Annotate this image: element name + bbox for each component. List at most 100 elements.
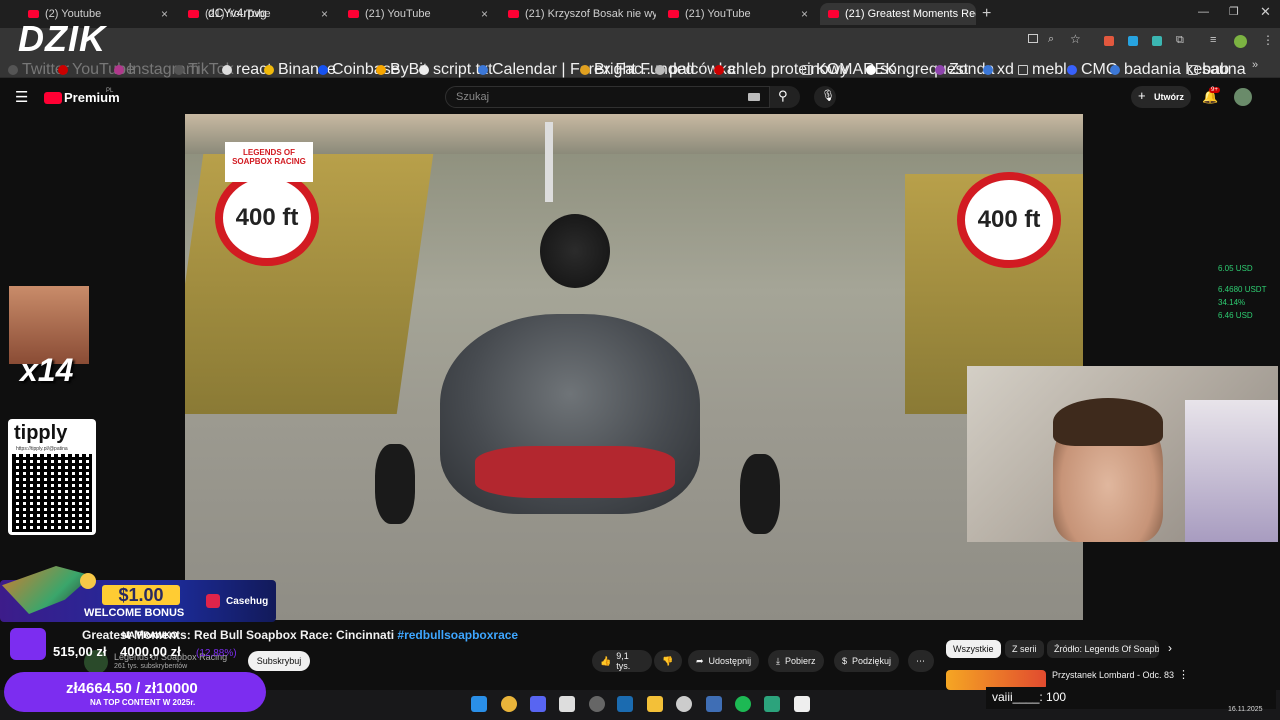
thanks-icon: $ bbox=[842, 656, 848, 666]
spotify-icon[interactable] bbox=[735, 696, 751, 712]
search-icon: ⚲ bbox=[778, 88, 788, 103]
more-actions-button[interactable]: ⋯ bbox=[908, 650, 934, 672]
tiktok-icon bbox=[222, 65, 232, 75]
tab-4[interactable]: (21) Krzyszof Bosak nie wytrzym× bbox=[500, 3, 656, 25]
zoom-icon[interactable]: ⌕ bbox=[1048, 33, 1054, 46]
goal-icon-box bbox=[10, 628, 46, 660]
app-icon[interactable] bbox=[794, 696, 810, 712]
bonus-text: WELCOME BONUS bbox=[84, 607, 185, 619]
hashtag-link[interactable]: #redbullsoapboxrace bbox=[397, 628, 518, 642]
more-icon: ⋯ bbox=[916, 655, 925, 666]
soapbox-logo: LEGENDS OF SOAPBOX RACING bbox=[225, 142, 313, 182]
profile-avatar[interactable] bbox=[1234, 35, 1247, 48]
thumbs-up-icon: 👍 bbox=[600, 655, 612, 666]
car-wheel bbox=[740, 454, 780, 534]
chip-all[interactable]: Wszystkie bbox=[946, 640, 1001, 658]
dislike-button[interactable]: 👎 bbox=[654, 650, 682, 672]
download-button[interactable]: ⤓ Pobierz bbox=[768, 650, 824, 672]
obs-icon[interactable] bbox=[589, 696, 605, 712]
tab-5[interactable]: (21) YouTube × bbox=[660, 3, 816, 25]
instagram-icon bbox=[114, 65, 124, 75]
tab-active[interactable]: (21) Greatest Moments Red× bbox=[820, 3, 976, 25]
search-input[interactable]: Szukaj bbox=[445, 86, 770, 108]
address-bar bbox=[0, 28, 1280, 56]
system-clock: 16.11.2025 bbox=[1228, 706, 1263, 713]
close-tab-icon[interactable]: × bbox=[161, 7, 168, 21]
tipply-url: https://tipply.pl/@patina bbox=[16, 446, 68, 452]
app-icon[interactable] bbox=[764, 696, 780, 712]
thumbs-down-icon: 👎 bbox=[662, 655, 674, 666]
chrome-icon[interactable] bbox=[501, 696, 517, 712]
bonus-amount: $1.00 bbox=[102, 585, 180, 605]
twitter-icon bbox=[8, 65, 18, 75]
reading-list-icon[interactable]: ≡ bbox=[1210, 34, 1216, 46]
close-tab-icon[interactable]: × bbox=[481, 7, 488, 21]
bookmark-item[interactable]: sauna bbox=[1188, 61, 1246, 79]
goal-title: NA PRAWKO bbox=[122, 630, 178, 640]
kebab-icon bbox=[1110, 65, 1120, 75]
maximize-icon[interactable]: ❐ bbox=[1229, 5, 1239, 18]
subscribe-button[interactable]: Subskrybuj bbox=[248, 651, 310, 671]
youtube-icon bbox=[348, 10, 359, 18]
share-icon: ➦ bbox=[696, 655, 704, 666]
start-icon[interactable] bbox=[471, 696, 487, 712]
new-tab-icon[interactable]: + bbox=[982, 5, 991, 23]
app-icon[interactable] bbox=[559, 696, 575, 712]
youtube-icon bbox=[58, 65, 68, 75]
microphone-icon: 🎙 bbox=[821, 90, 835, 102]
user-avatar[interactable] bbox=[1234, 88, 1252, 106]
webcam-pillows bbox=[1185, 400, 1278, 542]
price-line: 6.05 USD bbox=[1218, 264, 1253, 273]
minimize-icon[interactable]: — bbox=[1198, 6, 1209, 18]
brightfunded-icon bbox=[580, 65, 590, 75]
qr-code bbox=[12, 454, 92, 532]
brand-region: PL bbox=[106, 88, 114, 94]
video-player[interactable]: 400 ft LEGENDS OF SOAPBOX RACING 400 ft bbox=[185, 114, 1083, 620]
bookmark-star-icon[interactable]: ☆ bbox=[1070, 32, 1081, 46]
extension-icon[interactable] bbox=[1152, 36, 1162, 46]
browser-menu-icon[interactable]: ⋮ bbox=[1262, 33, 1274, 47]
distance-sign-left: 400 ft bbox=[215, 170, 319, 266]
recommended-menu-icon[interactable]: ⋮ bbox=[1178, 668, 1189, 681]
goal-current: 515,00 zł bbox=[53, 644, 107, 659]
steam-icon[interactable] bbox=[617, 696, 633, 712]
tab-3[interactable]: (21) YouTube × bbox=[340, 3, 496, 25]
chevron-right-icon[interactable]: › bbox=[1168, 641, 1172, 655]
create-label: Utwórz bbox=[1154, 92, 1184, 102]
tiktok-icon bbox=[174, 65, 184, 75]
donation-goal-amount: zł4664.50 / zł10000 bbox=[66, 680, 198, 697]
goal-target: 4000,00 zł bbox=[120, 644, 181, 659]
url-field[interactable]: dCYv4rpvg bbox=[208, 6, 267, 20]
install-icon[interactable] bbox=[1028, 34, 1038, 43]
file-explorer-icon[interactable] bbox=[647, 696, 663, 712]
discord-icon[interactable] bbox=[530, 696, 546, 712]
app-icon[interactable] bbox=[706, 696, 722, 712]
extensions-icon[interactable]: ⧉ bbox=[1176, 34, 1184, 47]
xd-icon bbox=[983, 65, 993, 75]
chip-series[interactable]: Z serii bbox=[1005, 640, 1044, 658]
share-button[interactable]: ➦ Udostępnij bbox=[688, 650, 760, 672]
hamburger-menu-icon[interactable]: ☰ bbox=[15, 88, 28, 106]
extension-icon[interactable] bbox=[1128, 36, 1138, 46]
more-bookmarks-icon[interactable]: » bbox=[1252, 59, 1258, 71]
coin-icon bbox=[80, 573, 96, 589]
keyboard-icon[interactable] bbox=[748, 93, 760, 101]
close-tab-icon[interactable]: × bbox=[801, 7, 808, 21]
casehug-icon bbox=[206, 594, 220, 608]
youtube-logo-icon[interactable] bbox=[44, 92, 62, 104]
youtube-icon bbox=[668, 10, 679, 18]
tipply-title: tipply bbox=[14, 422, 68, 444]
bookmark-item[interactable]: xd bbox=[983, 61, 1014, 79]
download-icon: ⤓ bbox=[776, 655, 780, 666]
calendar-icon bbox=[478, 65, 488, 75]
like-button[interactable]: 👍 9,1 tys. bbox=[592, 650, 652, 672]
chip-source[interactable]: Źródło: Legends Of Soapbo bbox=[1047, 640, 1159, 658]
coinbase-icon bbox=[318, 65, 328, 75]
app-icon[interactable] bbox=[676, 696, 692, 712]
distance-sign-right: 400 ft bbox=[957, 172, 1061, 268]
window-close-icon[interactable]: ✕ bbox=[1260, 4, 1271, 20]
recommended-title[interactable]: Przystanek Lombard - Odc. 83 bbox=[1052, 670, 1174, 680]
close-tab-icon[interactable]: × bbox=[321, 7, 328, 21]
extension-icon[interactable] bbox=[1104, 36, 1114, 46]
thanks-button[interactable]: $ Podziękuj bbox=[834, 650, 900, 672]
